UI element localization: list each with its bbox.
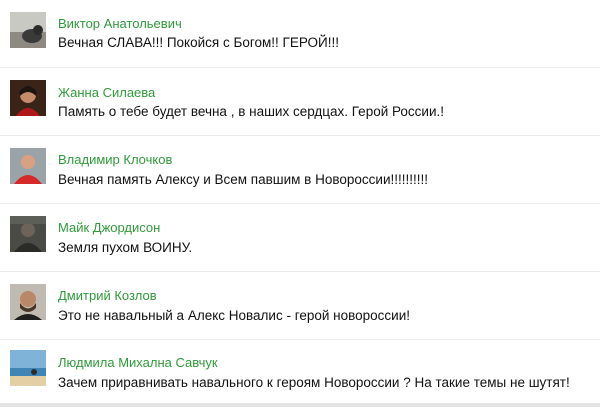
comment-item: Дмитрий Козлов Это не навальный а Алекс … — [0, 272, 600, 340]
comment-text: Вечная память Алексу и Всем павшим в Нов… — [58, 172, 428, 187]
comment-item: Людмила Михална Савчук Зачем приравниват… — [0, 340, 600, 408]
avatar[interactable] — [10, 350, 46, 386]
comment-text: Земля пухом ВОИНУ. — [58, 240, 193, 255]
avatar[interactable] — [10, 80, 46, 116]
comment-author[interactable]: Дмитрий Козлов — [58, 288, 157, 303]
comment-author[interactable]: Майк Джордисон — [58, 220, 160, 235]
comment-item: Майк Джордисон Земля пухом ВОИНУ. — [0, 204, 600, 272]
comment-text: Это не навальный а Алекс Новалис - герой… — [58, 308, 411, 323]
avatar[interactable] — [10, 216, 46, 252]
comment-author[interactable]: Владимир Клочков — [58, 152, 172, 167]
comment-author[interactable]: Виктор Анатольевич — [58, 16, 182, 31]
divider — [0, 403, 600, 407]
comment-item: Виктор Анатольевич Вечная СЛАВА!!! Покой… — [0, 0, 600, 68]
comment-author[interactable]: Жанна Силаева — [58, 85, 155, 100]
comment-item: Владимир Клочков Вечная память Алексу и … — [0, 136, 600, 204]
comment-text: Память о тебе будет вечна , в наших серд… — [58, 104, 445, 119]
comment-author[interactable]: Людмила Михална Савчук — [58, 355, 218, 370]
comment-text: Вечная СЛАВА!!! Покойся с Богом!! ГЕРОЙ!… — [58, 35, 339, 50]
comment-text: Зачем приравнивать навального к героям Н… — [58, 375, 570, 390]
avatar[interactable] — [10, 12, 46, 48]
comment-item: Жанна Силаева Память о тебе будет вечна … — [0, 68, 600, 136]
avatar[interactable] — [10, 284, 46, 320]
avatar[interactable] — [10, 148, 46, 184]
